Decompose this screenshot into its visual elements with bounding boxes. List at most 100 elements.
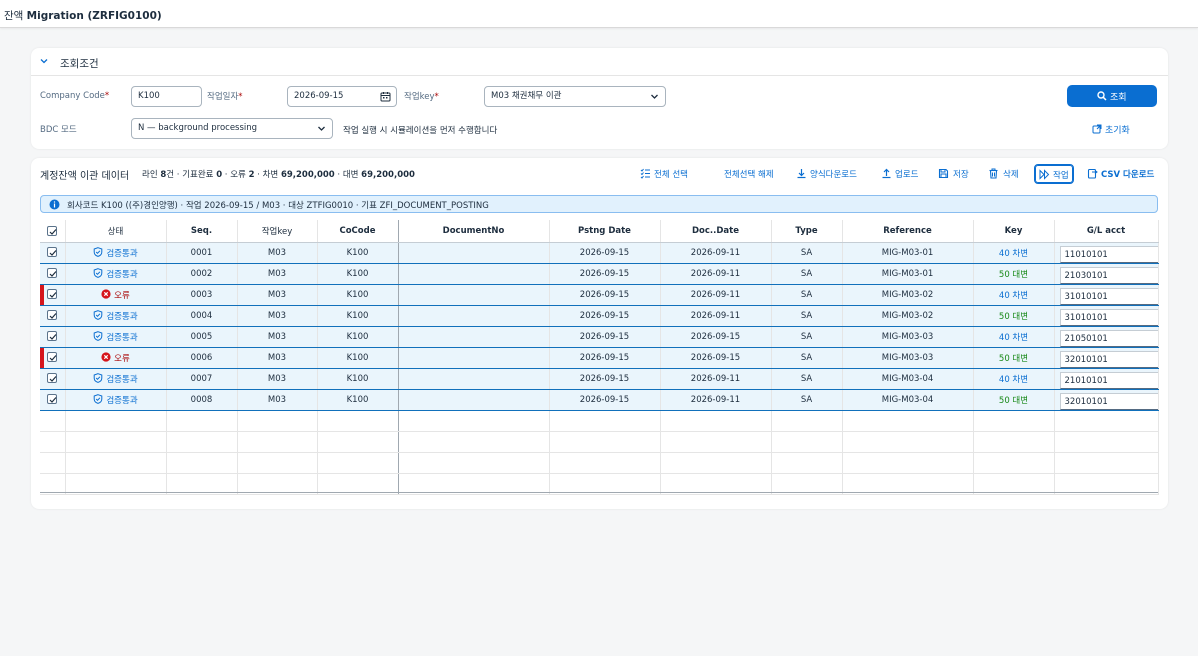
empty-cell	[65, 410, 167, 432]
gl-acct-input[interactable]: 11010101	[1059, 245, 1157, 262]
empty-cell	[973, 452, 1055, 474]
seq-cell: 0006	[166, 347, 238, 369]
doc-date-cell: 2026-09-15	[660, 326, 772, 348]
posting-date-cell: 2026-09-15	[549, 368, 661, 390]
shield-check-icon	[93, 372, 106, 385]
table-row[interactable]: 오류 0006 M03 K100 2026-09-15 2026-09-15 SA MIG-M…	[40, 347, 1159, 369]
select-all-checkbox[interactable]	[40, 220, 66, 243]
document-no-cell	[398, 284, 550, 306]
trash-icon	[988, 168, 999, 179]
table-row[interactable]: 검증통과 0008 M03 K100 2026-09-15 2026-09-11 SA MIG…	[40, 389, 1159, 411]
col-work-key[interactable]: 작업key	[237, 220, 318, 243]
status-badge: 검증통과	[93, 309, 138, 322]
table-row[interactable]: 검증통과 0002 M03 K100 2026-09-15 2026-09-11 SA MIG…	[40, 263, 1159, 285]
col-posting-date[interactable]: Pstng Date	[549, 220, 661, 243]
bdc-mode-select[interactable]: N — background processing	[131, 118, 333, 139]
status-cell: 검증통과	[65, 326, 167, 348]
col-document-no[interactable]: DocumentNo	[398, 220, 550, 243]
gl-acct-input[interactable]: 21010101	[1059, 371, 1157, 388]
save-button[interactable]: 저장	[938, 164, 972, 184]
company-code-input[interactable]: K100	[131, 86, 202, 107]
empty-cell	[973, 410, 1055, 432]
row-checkbox[interactable]	[40, 284, 66, 306]
table-row[interactable]: 검증통과 0001 M03 K100 2026-09-15 2026-09-11 SA MIG…	[40, 242, 1159, 264]
row-checkbox[interactable]	[40, 389, 66, 411]
document-no-cell	[398, 347, 550, 369]
reference-cell: MIG-M03-04	[842, 389, 974, 411]
calendar-icon[interactable]	[380, 91, 391, 102]
type-cell: SA	[771, 389, 843, 411]
empty-cell	[398, 431, 550, 453]
empty-cell	[842, 410, 974, 432]
empty-cell	[842, 473, 974, 495]
gl-acct-input[interactable]: 32010101	[1059, 350, 1157, 367]
execute-button[interactable]: 작업	[1034, 164, 1074, 184]
chevron-down-icon	[649, 91, 660, 102]
upload-button[interactable]: 업로드	[881, 164, 923, 184]
work-key-cell: M03	[237, 326, 318, 348]
empty-cell	[842, 452, 974, 474]
empty-cell	[771, 452, 843, 474]
empty-cell	[40, 473, 66, 495]
doc-date-cell: 2026-09-15	[660, 347, 772, 369]
empty-cell	[40, 431, 66, 453]
col-cocode[interactable]: CoCode	[317, 220, 399, 243]
select-all-button[interactable]: 전체 선택	[640, 164, 700, 184]
chevron-down-icon[interactable]	[40, 57, 48, 65]
seq-cell: 0003	[166, 284, 238, 306]
template-download-button[interactable]: 양식다운로드	[796, 164, 866, 184]
empty-cell	[237, 410, 318, 432]
row-checkbox[interactable]	[40, 347, 66, 369]
table-row[interactable]: 검증통과 0005 M03 K100 2026-09-15 2026-09-15 SA MIG…	[40, 326, 1159, 348]
table-bottom-border	[40, 492, 1158, 493]
reference-cell: MIG-M03-03	[842, 347, 974, 369]
filter-title: 조회조건	[60, 58, 99, 70]
gl-acct-input[interactable]: 31010101	[1059, 287, 1157, 304]
col-status[interactable]: 상태	[65, 220, 167, 243]
csv-download-button[interactable]: CSV 다운로드	[1087, 164, 1157, 184]
reference-cell: MIG-M03-01	[842, 263, 974, 285]
empty-cell	[660, 452, 772, 474]
col-type[interactable]: Type	[771, 220, 843, 243]
status-badge: 검증통과	[93, 246, 138, 259]
filter-panel: 조회조건 Company Code* K100 작업일자* 2026-09-15…	[31, 48, 1168, 149]
gl-acct-input[interactable]: 32010101	[1059, 392, 1157, 409]
gl-acct-input[interactable]: 21030101	[1059, 266, 1157, 283]
reference-cell: MIG-M03-02	[842, 284, 974, 306]
row-checkbox[interactable]	[40, 305, 66, 327]
col-gl-acct[interactable]: G/L acct	[1054, 220, 1159, 243]
gl-acct-input[interactable]: 31010101	[1059, 308, 1157, 325]
col-doc-date[interactable]: Doc..Date	[660, 220, 772, 243]
col-seq[interactable]: Seq.	[166, 220, 238, 243]
deselect-all-button[interactable]: 전체선택 해제	[724, 164, 786, 184]
table-row[interactable]: 검증통과 0007 M03 K100 2026-09-15 2026-09-11 SA MIG…	[40, 368, 1159, 390]
table-row[interactable]: 검증통과 0004 M03 K100 2026-09-15 2026-09-11 SA MIG…	[40, 305, 1159, 327]
posting-key-cell: 50 대변	[973, 263, 1055, 285]
col-reference[interactable]: Reference	[842, 220, 974, 243]
status-cell: 검증통과	[65, 242, 167, 264]
filter-header[interactable]: 조회조건	[31, 48, 1168, 76]
doc-date-cell: 2026-09-11	[660, 263, 772, 285]
empty-cell	[65, 473, 167, 495]
empty-cell	[166, 473, 238, 495]
page-title: 잔액 Migration (ZRFIG0100)	[4, 10, 162, 22]
work-key-select[interactable]: M03 채권채무 이관	[484, 86, 666, 107]
search-button[interactable]: 조회	[1067, 85, 1157, 107]
type-cell: SA	[771, 284, 843, 306]
work-date-input[interactable]: 2026-09-15	[287, 86, 397, 107]
row-checkbox[interactable]	[40, 242, 66, 264]
empty-cell	[549, 431, 661, 453]
empty-row	[40, 452, 1159, 474]
empty-cell	[166, 431, 238, 453]
delete-button[interactable]: 삭제	[988, 164, 1022, 184]
empty-cell	[549, 473, 661, 495]
doc-date-cell: 2026-09-11	[660, 389, 772, 411]
table-row[interactable]: 오류 0003 M03 K100 2026-09-15 2026-09-11 SA MIG-M…	[40, 284, 1159, 306]
col-key[interactable]: Key	[973, 220, 1055, 243]
empty-cell	[660, 410, 772, 432]
gl-acct-input[interactable]: 21050101	[1059, 329, 1157, 346]
status-badge: 오류	[101, 351, 130, 364]
row-checkbox[interactable]	[40, 368, 66, 390]
row-checkbox[interactable]	[40, 326, 66, 348]
row-checkbox[interactable]	[40, 263, 66, 285]
